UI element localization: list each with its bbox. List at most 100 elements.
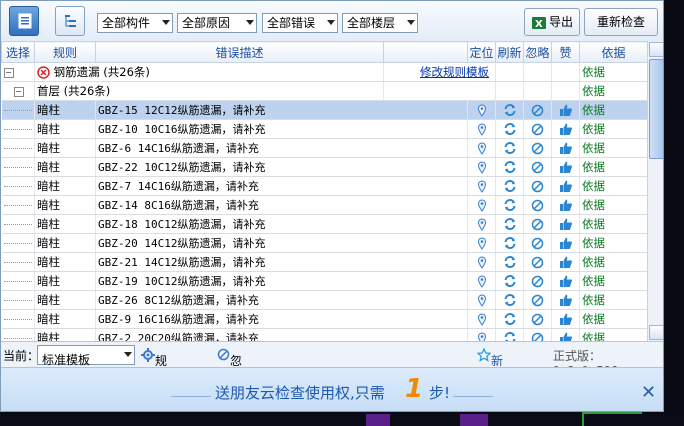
promo-banner[interactable]: 送朋友云检查使用权,只需 1 步! ✕ — [1, 367, 663, 411]
table-row[interactable]: 暗柱 GBZ-7 14C16纵筋遗漏，请补充 依据 — [1, 176, 647, 196]
ignore-button[interactable] — [523, 271, 552, 291]
row-select-cell[interactable] — [1, 328, 35, 341]
collapse-icon[interactable]: − — [3, 67, 14, 78]
refresh-button[interactable] — [495, 309, 524, 329]
basis-link[interactable]: 依据 — [579, 195, 647, 215]
like-button[interactable] — [551, 157, 580, 177]
col-locate[interactable]: 定位 — [467, 41, 496, 63]
refresh-button[interactable] — [495, 328, 524, 341]
locate-button[interactable] — [467, 138, 496, 158]
row-select-cell[interactable] — [1, 214, 35, 234]
like-button[interactable] — [551, 309, 580, 329]
floor-filter[interactable]: 全部楼层 — [342, 13, 418, 33]
basis-link[interactable]: 依据 — [579, 252, 647, 272]
like-button[interactable] — [551, 233, 580, 253]
refresh-button[interactable] — [495, 100, 524, 120]
row-select-cell[interactable] — [1, 309, 35, 329]
locate-button[interactable] — [467, 119, 496, 139]
table-row[interactable]: 暗柱 GBZ-14 8C16纵筋遗漏，请补充 依据 — [1, 195, 647, 215]
col-refresh[interactable]: 刷新 — [495, 41, 524, 63]
locate-button[interactable] — [467, 328, 496, 341]
table-row[interactable]: 暗柱 GBZ-10 10C16纵筋遗漏，请补充 依据 — [1, 119, 647, 139]
rule-settings-button[interactable]: 规则设置 — [141, 347, 167, 411]
col-select[interactable]: 选择 — [1, 41, 35, 63]
refresh-button[interactable] — [495, 195, 524, 215]
col-ignore[interactable]: 忽略 — [523, 41, 552, 63]
basis-link[interactable]: 依据 — [579, 157, 647, 177]
refresh-button[interactable] — [495, 138, 524, 158]
refresh-button[interactable] — [495, 290, 524, 310]
locate-button[interactable] — [467, 176, 496, 196]
refresh-button[interactable] — [495, 176, 524, 196]
scroll-thumb[interactable] — [649, 59, 663, 159]
scroll-up-button[interactable] — [649, 42, 663, 57]
like-button[interactable] — [551, 195, 580, 215]
like-button[interactable] — [551, 271, 580, 291]
edit-rule-template-link[interactable]: 修改规则模板 — [420, 65, 489, 79]
vertical-scrollbar[interactable] — [647, 41, 663, 341]
row-select-cell[interactable] — [1, 138, 35, 158]
ignore-button[interactable] — [523, 290, 552, 310]
like-button[interactable] — [551, 290, 580, 310]
like-button[interactable] — [551, 252, 580, 272]
row-select-cell[interactable] — [1, 176, 35, 196]
basis-link[interactable]: 依据 — [579, 290, 647, 310]
row-select-cell[interactable] — [1, 233, 35, 253]
row-select-cell[interactable] — [1, 252, 35, 272]
table-row[interactable]: 暗柱 GBZ-18 10C12纵筋遗漏，请补充 依据 — [1, 214, 647, 234]
ignore-button[interactable] — [523, 100, 552, 120]
scroll-down-button[interactable] — [649, 325, 663, 340]
like-button[interactable] — [551, 119, 580, 139]
locate-button[interactable] — [467, 233, 496, 253]
new-features-link[interactable]: 新版特性 — [477, 347, 503, 411]
table-row[interactable]: 暗柱 GBZ-9 16C16纵筋遗漏，请补充 依据 — [1, 309, 647, 329]
ignore-button[interactable] — [523, 157, 552, 177]
table-row[interactable]: 暗柱 GBZ-2 20C20纵筋遗漏，请补充 依据 — [1, 328, 647, 341]
basis-link[interactable]: 依据 — [579, 214, 647, 234]
refresh-button[interactable] — [495, 271, 524, 291]
row-select-cell[interactable] — [1, 100, 35, 120]
floor-basis[interactable]: 依据 — [579, 81, 647, 101]
collapse-icon[interactable]: − — [13, 86, 24, 97]
recheck-button[interactable]: 重新检查 — [584, 8, 658, 36]
ignore-button[interactable] — [523, 214, 552, 234]
ignore-notes-button[interactable]: 忽略备忘 — [217, 347, 242, 411]
basis-link[interactable]: 依据 — [579, 100, 647, 120]
basis-link[interactable]: 依据 — [579, 271, 647, 291]
row-select-cell[interactable] — [1, 119, 35, 139]
locate-button[interactable] — [467, 100, 496, 120]
component-filter[interactable]: 全部构件 — [97, 13, 173, 33]
table-row[interactable]: 暗柱 GBZ-15 12C12纵筋遗漏，请补充 依据 — [1, 100, 647, 120]
ignore-button[interactable] — [523, 233, 552, 253]
ignore-button[interactable] — [523, 138, 552, 158]
refresh-button[interactable] — [495, 119, 524, 139]
locate-button[interactable] — [467, 252, 496, 272]
list-view-button[interactable] — [9, 6, 39, 36]
basis-link[interactable]: 依据 — [579, 309, 647, 329]
basis-link[interactable]: 依据 — [579, 233, 647, 253]
template-select[interactable]: 标准模板 — [37, 345, 135, 367]
ignore-button[interactable] — [523, 195, 552, 215]
like-button[interactable] — [551, 100, 580, 120]
table-row[interactable]: 暗柱 GBZ-22 10C12纵筋遗漏，请补充 依据 — [1, 157, 647, 177]
col-like[interactable]: 赞 — [551, 41, 580, 63]
refresh-button[interactable] — [495, 157, 524, 177]
row-select-cell[interactable] — [1, 290, 35, 310]
table-row[interactable]: 暗柱 GBZ-21 14C12纵筋遗漏，请补充 依据 — [1, 252, 647, 272]
banner-close-icon[interactable]: ✕ — [641, 382, 656, 403]
like-button[interactable] — [551, 328, 580, 341]
locate-button[interactable] — [467, 157, 496, 177]
refresh-button[interactable] — [495, 214, 524, 234]
export-button[interactable]: X 导出 — [524, 8, 580, 36]
ignore-button[interactable] — [523, 119, 552, 139]
like-button[interactable] — [551, 138, 580, 158]
basis-link[interactable]: 依据 — [579, 176, 647, 196]
basis-link[interactable]: 依据 — [579, 328, 647, 341]
tree-view-button[interactable] — [55, 6, 85, 36]
row-select-cell[interactable] — [1, 271, 35, 291]
floor-row[interactable]: − 首层 (共26条) 依据 — [1, 81, 647, 101]
table-row[interactable]: 暗柱 GBZ-26 8C12纵筋遗漏，请补充 依据 — [1, 290, 647, 310]
reason-filter[interactable]: 全部原因 — [177, 13, 257, 33]
ignore-button[interactable] — [523, 328, 552, 341]
basis-link[interactable]: 依据 — [579, 138, 647, 158]
